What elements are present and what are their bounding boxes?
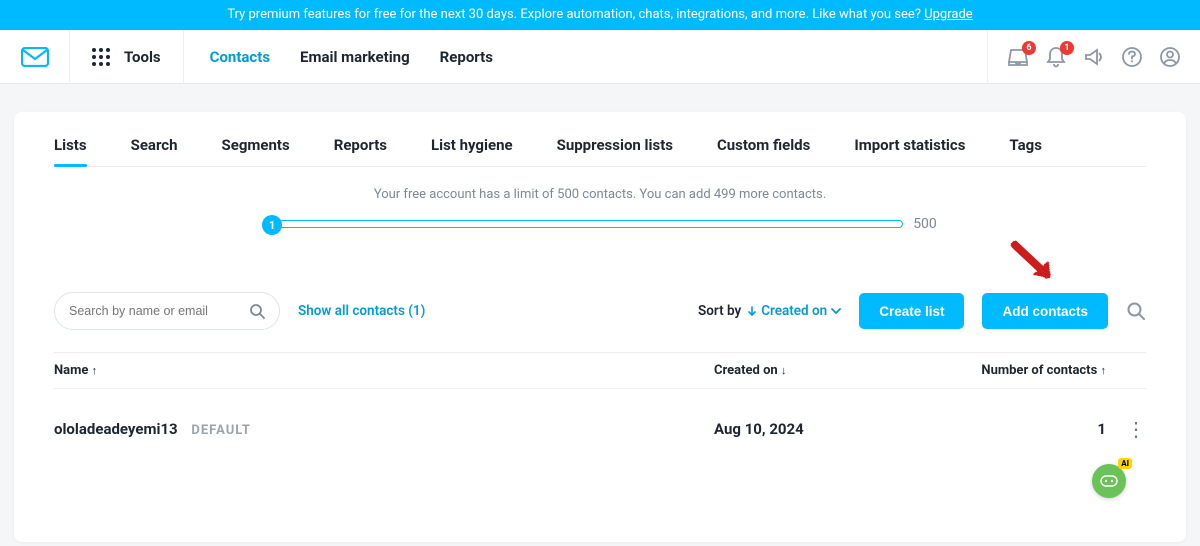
nav-email-marketing[interactable]: Email marketing [300,48,410,66]
sort-label: Sort by [698,303,741,319]
ai-assistant-button[interactable]: AI [1092,464,1126,498]
show-all-contacts[interactable]: Show all contacts (1) [298,303,425,319]
sort-down-icon: ↓ [781,364,787,377]
app-header: Tools Contacts Email marketing Reports 6… [0,30,1200,84]
contacts-progress: 1 500 [54,216,1146,232]
tools-menu[interactable]: Tools [70,30,184,84]
brand-logo[interactable] [0,30,70,84]
col-count[interactable]: Number of contacts ↑ [924,363,1106,378]
promo-text: Try premium features for free for the ne… [227,7,924,22]
tab-suppression[interactable]: Suppression lists [557,136,673,166]
default-badge: DEFAULT [191,423,251,438]
tab-search[interactable]: Search [131,136,178,166]
tab-lists[interactable]: Lists [54,136,87,166]
ai-label: AI [1118,458,1132,469]
col-name[interactable]: Name ↑ [54,363,714,378]
search-icon [249,303,265,319]
created-on: Aug 10, 2024 [714,420,924,438]
create-list-button[interactable]: Create list [859,293,964,329]
help-icon[interactable] [1120,45,1144,69]
tools-label: Tools [124,48,161,66]
bell-badge: 1 [1060,41,1074,55]
search-box[interactable] [54,292,280,330]
add-contacts-button[interactable]: Add contacts [982,293,1108,329]
account-icon[interactable] [1158,45,1182,69]
tab-reports[interactable]: Reports [334,136,387,166]
header-right: 6 1 [987,30,1182,84]
megaphone-icon[interactable] [1082,45,1106,69]
inbox-badge: 6 [1022,41,1036,55]
tab-custom-fields[interactable]: Custom fields [717,136,810,166]
limit-text: Your free account has a limit of 500 con… [54,187,1146,202]
main-panel: Lists Search Segments Reports List hygie… [14,112,1186,542]
col-created[interactable]: Created on ↓ [714,363,924,378]
sort-direction-icon [747,306,757,316]
inbox-icon[interactable]: 6 [1006,45,1030,69]
sort-up-icon: ↑ [92,364,98,377]
progress-max: 500 [913,216,937,232]
progress-bar: 1 [263,220,903,228]
tab-list-hygiene[interactable]: List hygiene [431,136,513,166]
tab-import-stats[interactable]: Import statistics [854,136,965,166]
chevron-down-icon [831,307,841,315]
search-input[interactable] [69,304,249,318]
sort-dropdown[interactable]: Created on [747,303,841,319]
bell-icon[interactable]: 1 [1044,45,1068,69]
promo-bar: Try premium features for free for the ne… [0,0,1200,30]
contact-count: 1 [924,420,1106,438]
tab-segments[interactable]: Segments [222,136,290,166]
apps-grid-icon [92,48,110,66]
sort-by: Sort by Created on [698,303,841,319]
tab-tags[interactable]: Tags [1009,136,1042,166]
table-header: Name ↑ Created on ↓ Number of contacts ↑ [54,352,1146,389]
nav-reports[interactable]: Reports [440,48,493,66]
upgrade-link[interactable]: Upgrade [924,7,972,22]
nav-contacts[interactable]: Contacts [210,48,270,66]
envelope-icon [21,47,49,67]
actions-row: Show all contacts (1) Sort by Created on… [54,292,1146,330]
annotation-arrow-icon [1006,236,1062,294]
search-icon-right[interactable] [1126,301,1146,321]
table-row[interactable]: ololadeadeyemi13 DEFAULT Aug 10, 2024 1 … [54,389,1146,451]
sub-tabs: Lists Search Segments Reports List hygie… [54,136,1146,167]
sort-value: Created on [761,303,827,319]
top-nav: Contacts Email marketing Reports [184,48,493,66]
row-more-menu[interactable]: ⋮ [1106,417,1146,441]
robot-icon [1099,474,1119,488]
list-name: ololadeadeyemi13 [54,420,178,438]
progress-current: 1 [262,215,282,235]
